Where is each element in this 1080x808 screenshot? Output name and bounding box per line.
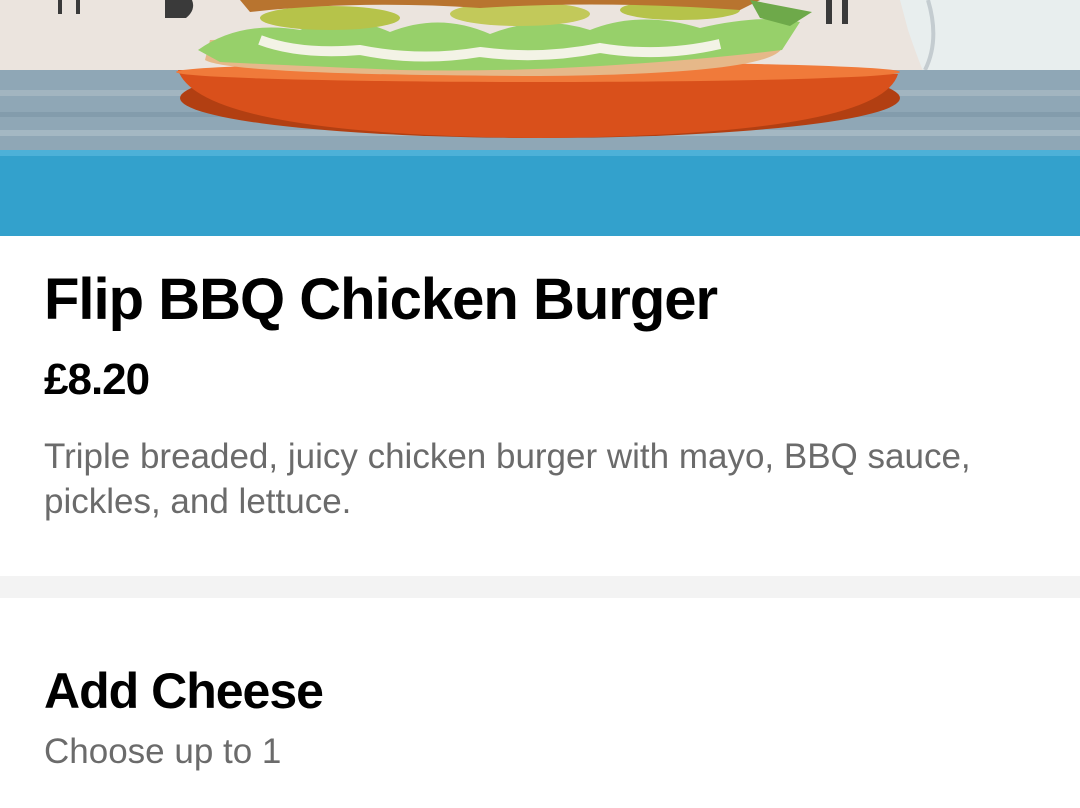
option-group-subtitle: Choose up to 1 (44, 732, 282, 771)
counter-front (0, 150, 1080, 236)
section-divider (0, 576, 1080, 598)
option-group-add-cheese: Add Cheese Choose up to 1 (0, 598, 1080, 774)
option-group-title: Add Cheese (44, 663, 324, 719)
item-title: Flip BBQ Chicken Burger (44, 267, 718, 332)
item-hero-image (0, 0, 1080, 236)
item-description: Triple breaded, juicy chicken burger wit… (44, 437, 971, 521)
wall-letter-d (165, 0, 194, 18)
burger-photo (0, 0, 1080, 236)
item-price: £8.20 (44, 355, 150, 404)
pickle (260, 6, 400, 30)
item-details: Flip BBQ Chicken Burger £8.20 Triple bre… (0, 236, 1080, 576)
